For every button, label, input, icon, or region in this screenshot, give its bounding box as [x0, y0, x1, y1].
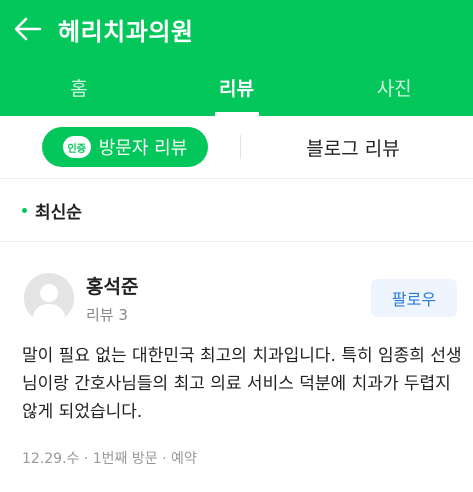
author-review-count: 리뷰 3: [86, 306, 128, 324]
verified-badge-icon: 인증: [62, 136, 91, 158]
blog-review-button[interactable]: 블로그 리뷰: [241, 134, 473, 161]
arrow-left-icon[interactable]: [14, 14, 44, 44]
follow-button[interactable]: 팔로우: [371, 279, 457, 317]
review-text: 말이 필요 없는 대한민국 최고의 치과입니다. 특히 임종희 선생님이랑 간호…: [22, 346, 462, 422]
author-name[interactable]: 홍석준: [86, 272, 138, 299]
review-card: 홍석준 리뷰 3 팔로우 말이 필요 없는 대한민국 최고의 치과입니다. 특히…: [0, 242, 473, 492]
tab-reviews[interactable]: 리뷰: [158, 58, 316, 116]
tab-bar: 홈 리뷰 사진: [0, 58, 473, 116]
tab-photos[interactable]: 사진: [315, 58, 473, 116]
tab-home[interactable]: 홈: [0, 58, 158, 116]
visit-info: 12.29.수 · 1번째 방문 · 예약: [22, 451, 197, 467]
bullet-dot-icon: [22, 207, 27, 213]
visitor-review-label: 방문자 리뷰: [98, 138, 188, 159]
default-user-icon: [24, 273, 74, 323]
review-type-filter: 인증 방문자 리뷰 블로그 리뷰: [0, 116, 473, 179]
top-bar: 헤리치과의원: [0, 0, 473, 58]
sort-option-latest[interactable]: 최신순: [35, 198, 82, 223]
sort-bar: 최신순: [0, 179, 473, 242]
page-title: 헤리치과의원: [58, 17, 194, 46]
visitor-review-button[interactable]: 인증 방문자 리뷰: [42, 127, 208, 167]
avatar[interactable]: [24, 273, 74, 323]
